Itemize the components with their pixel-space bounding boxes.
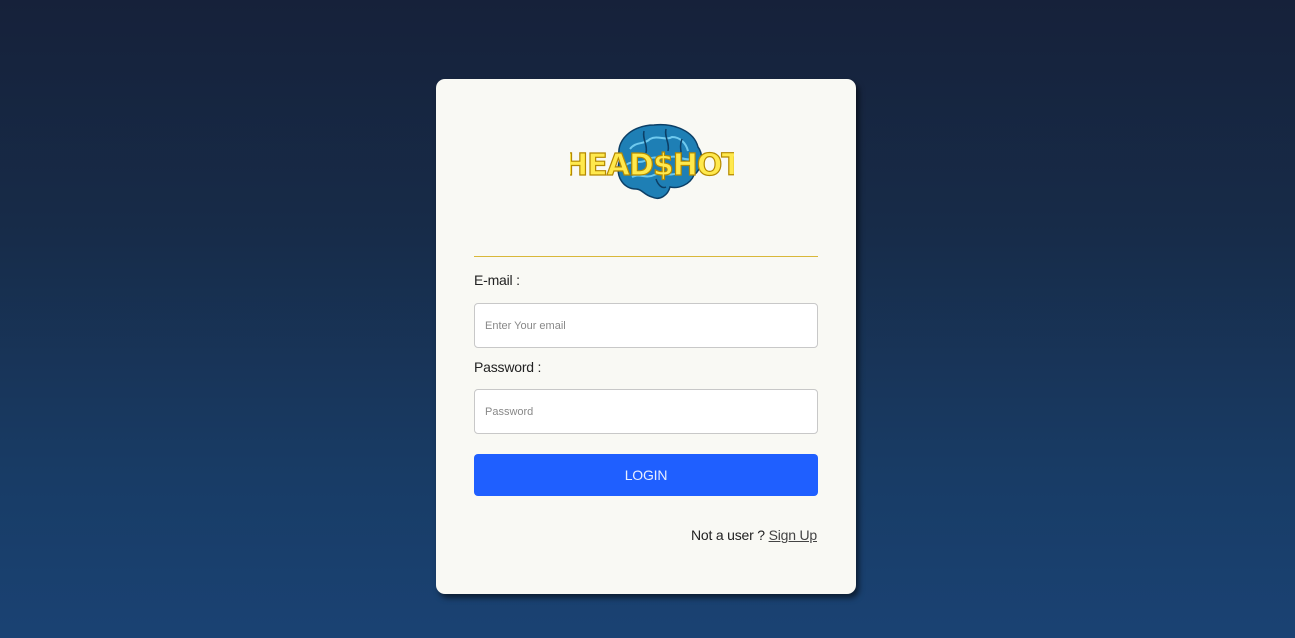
- password-input[interactable]: [474, 389, 818, 434]
- login-card: HEAD$HOT E-mail : Password : LOGIN Not a…: [436, 79, 856, 594]
- email-input[interactable]: [474, 303, 818, 348]
- login-button[interactable]: LOGIN: [474, 454, 818, 496]
- svg-text:HEAD$HOT: HEAD$HOT: [570, 148, 734, 183]
- password-label: Password :: [474, 359, 542, 375]
- brain-logo-icon: HEAD$HOT: [570, 119, 734, 203]
- divider: [474, 256, 818, 257]
- signup-prompt: Not a user ?: [691, 527, 765, 543]
- email-label: E-mail :: [474, 272, 520, 288]
- signup-link[interactable]: Sign Up: [769, 527, 818, 543]
- signup-row: Not a user ? Sign Up: [691, 527, 817, 543]
